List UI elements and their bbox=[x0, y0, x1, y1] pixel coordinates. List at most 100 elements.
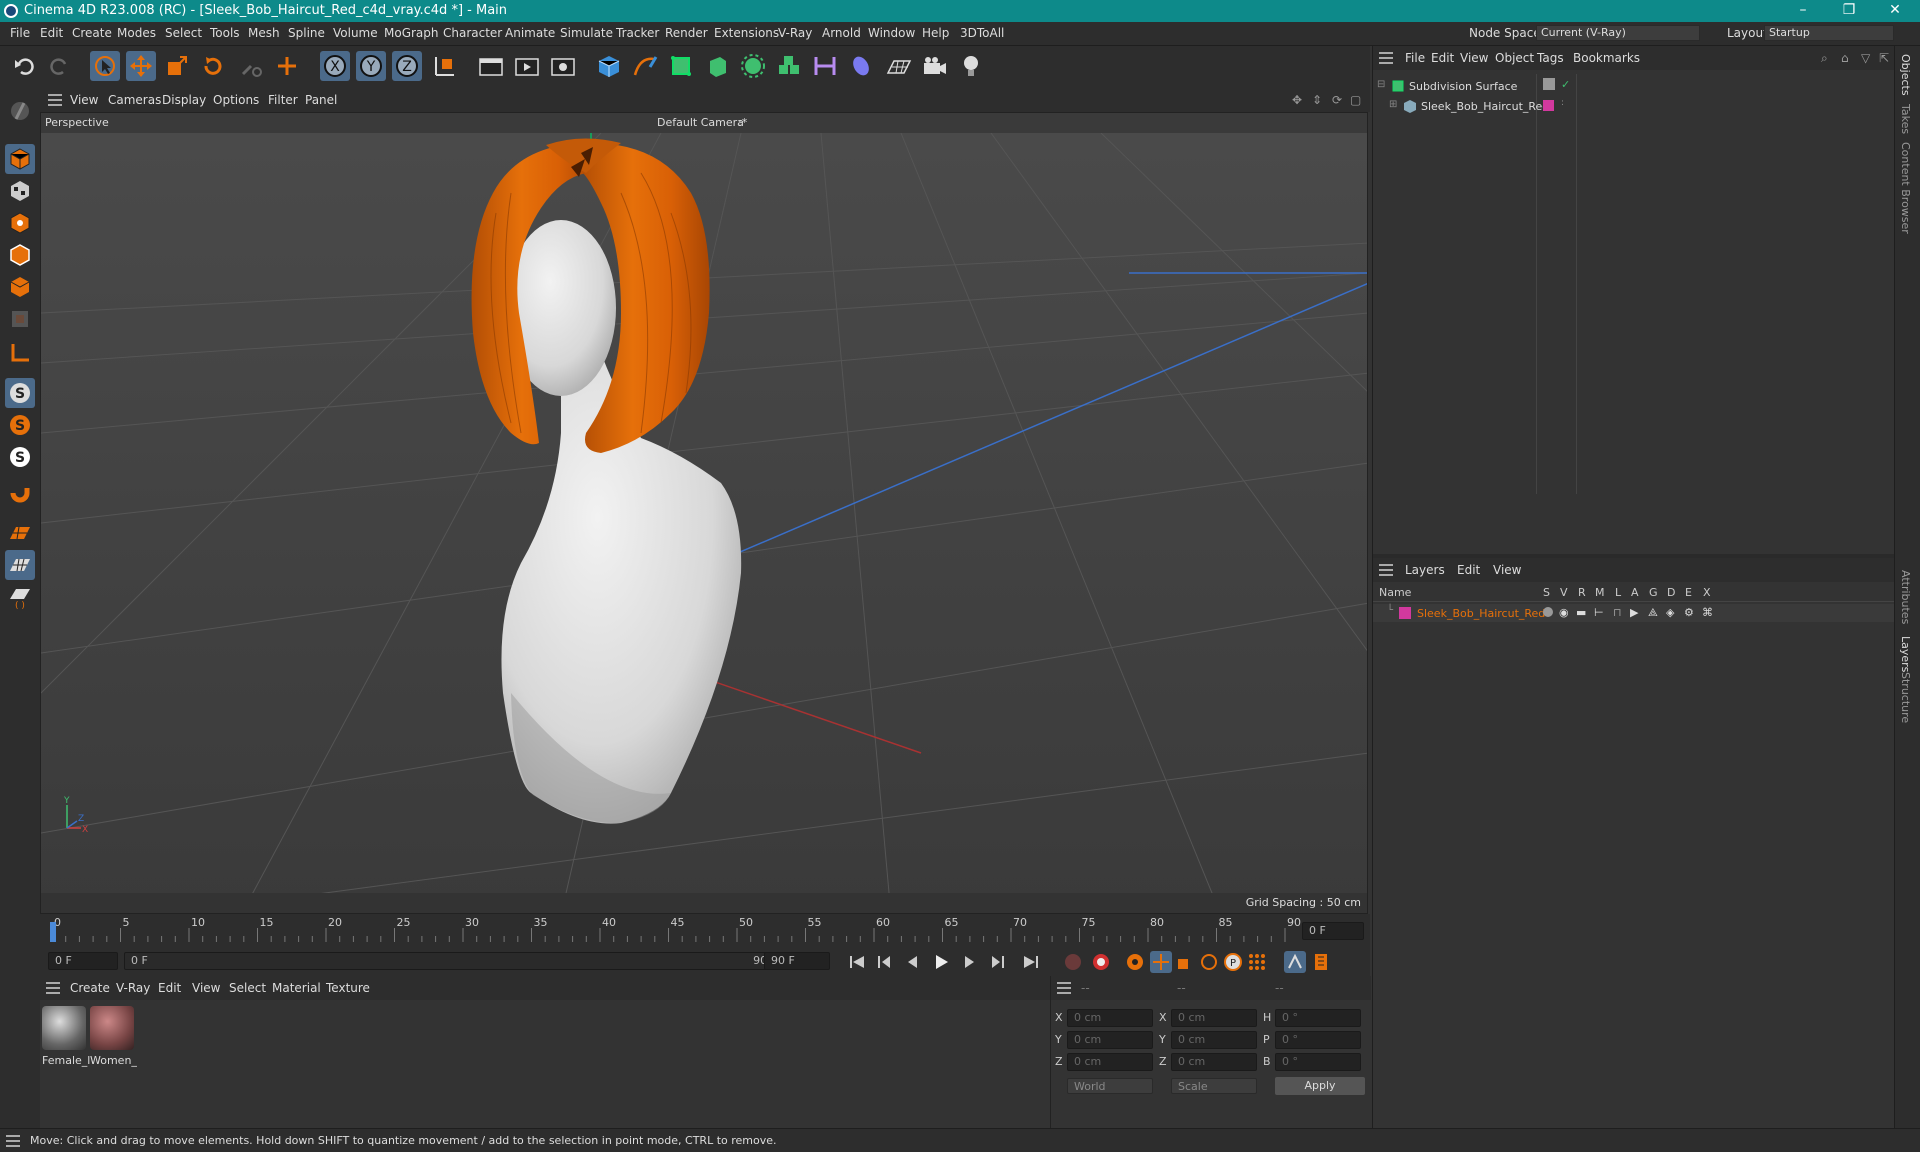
position-z-field[interactable]: 0 cm bbox=[1067, 1053, 1153, 1071]
close-button[interactable]: ✕ bbox=[1872, 0, 1918, 22]
polygons-mode-icon[interactable] bbox=[5, 272, 35, 302]
extrude-icon[interactable] bbox=[702, 51, 732, 81]
layer-row[interactable]: └ Sleek_Bob_Haircut_Red ◉ ▬ ⊢ ⊓ ▶ ⟁ ◈ ⚙ … bbox=[1373, 604, 1895, 622]
menu-3dtoall[interactable]: 3DToAll bbox=[960, 26, 1004, 40]
menu-arnold[interactable]: Arnold bbox=[822, 26, 861, 40]
layer-visible-eye-icon[interactable]: ◉ bbox=[1559, 606, 1569, 619]
minimize-button[interactable]: – bbox=[1780, 0, 1826, 22]
previous-key-icon[interactable] bbox=[874, 951, 896, 973]
size-x-field[interactable]: 0 cm bbox=[1171, 1009, 1257, 1027]
z-axis-lock[interactable]: Z bbox=[392, 51, 422, 81]
object-expand-icon[interactable]: ⇱ bbox=[1879, 51, 1889, 65]
frame-range-slider[interactable]: 0 F 90 F bbox=[124, 952, 784, 970]
snap-icon[interactable]: S bbox=[5, 378, 35, 408]
material-women-thumbnail[interactable] bbox=[90, 1006, 134, 1050]
tab-objects[interactable]: Objects bbox=[1899, 54, 1912, 96]
layer-menu-view[interactable]: View bbox=[1493, 563, 1521, 577]
layer-color-swatch[interactable] bbox=[1399, 607, 1411, 619]
coordinate-system-select[interactable]: World bbox=[1067, 1078, 1153, 1094]
points-mode-icon[interactable] bbox=[5, 208, 35, 238]
layer-col-expressions[interactable]: E bbox=[1685, 586, 1692, 599]
size-mode-select[interactable]: Scale bbox=[1171, 1078, 1257, 1094]
object-menu-tags[interactable]: Tags bbox=[1537, 51, 1564, 65]
node-space-select[interactable]: Current (V-Ray) bbox=[1536, 25, 1700, 41]
menu-window[interactable]: Window bbox=[868, 26, 915, 40]
menu-render[interactable]: Render bbox=[665, 26, 708, 40]
mograph-icon[interactable] bbox=[774, 51, 804, 81]
layer-menu-icon[interactable] bbox=[1379, 564, 1393, 576]
key-position-icon[interactable] bbox=[1150, 951, 1172, 973]
tab-content-browser[interactable]: Content Browser bbox=[1899, 142, 1912, 234]
layer-col-view[interactable]: V bbox=[1560, 586, 1568, 599]
record-icon[interactable] bbox=[1062, 951, 1084, 973]
undo-icon[interactable] bbox=[10, 51, 40, 81]
x-axis-lock[interactable]: X bbox=[320, 51, 350, 81]
object-menu-file[interactable]: File bbox=[1405, 51, 1425, 65]
menu-help[interactable]: Help bbox=[922, 26, 949, 40]
tab-takes[interactable]: Takes bbox=[1899, 104, 1912, 134]
object-menu-icon[interactable] bbox=[1379, 52, 1393, 64]
render-view-icon[interactable] bbox=[476, 51, 506, 81]
scale-icon[interactable] bbox=[162, 51, 192, 81]
y-axis-lock[interactable]: Y bbox=[356, 51, 386, 81]
autokey-icon[interactable] bbox=[1090, 951, 1112, 973]
key-scale-icon[interactable] bbox=[1174, 951, 1196, 973]
viewport-menu-display[interactable]: Display bbox=[162, 93, 206, 107]
layer-animation-icon[interactable]: ▶ bbox=[1630, 606, 1638, 619]
object-home-icon[interactable]: ⌂ bbox=[1841, 51, 1849, 65]
menu-volume[interactable]: Volume bbox=[333, 26, 378, 40]
menu-mesh[interactable]: Mesh bbox=[248, 26, 280, 40]
menu-file[interactable]: File bbox=[10, 26, 30, 40]
add-object-icon[interactable] bbox=[272, 51, 302, 81]
material-menu-edit[interactable]: Edit bbox=[158, 981, 181, 995]
transform-icon[interactable] bbox=[236, 51, 266, 81]
object-edit-toggle[interactable] bbox=[1543, 78, 1555, 90]
rotation-p-field[interactable]: 0 ° bbox=[1275, 1031, 1361, 1049]
key-parameter-icon[interactable]: P bbox=[1222, 951, 1244, 973]
snap-3d-icon[interactable]: S bbox=[5, 442, 35, 472]
layer-menu-edit[interactable]: Edit bbox=[1457, 563, 1480, 577]
visibility-dots-icon[interactable]: : bbox=[1561, 98, 1564, 108]
layer-col-generators[interactable]: G bbox=[1649, 586, 1658, 599]
light-icon[interactable] bbox=[956, 51, 986, 81]
menu-character[interactable]: Character bbox=[443, 26, 502, 40]
grid-icon[interactable] bbox=[5, 550, 35, 580]
next-key-icon[interactable] bbox=[986, 951, 1008, 973]
layer-render-icon[interactable]: ▬ bbox=[1576, 606, 1586, 619]
material-menu-material[interactable]: Material bbox=[272, 981, 321, 995]
layer-col-animation[interactable]: A bbox=[1631, 586, 1639, 599]
field-icon[interactable] bbox=[846, 51, 876, 81]
menu-extensions[interactable]: Extensions bbox=[714, 26, 779, 40]
material-menu-texture[interactable]: Texture bbox=[326, 981, 370, 995]
axis-mode-icon[interactable] bbox=[5, 338, 35, 368]
restore-button[interactable]: ❐ bbox=[1826, 0, 1872, 22]
viewport-menu-panel[interactable]: Panel bbox=[305, 93, 337, 107]
perspective-viewport[interactable]: Perspective Default Camera :* Y X Z Grid… bbox=[40, 112, 1368, 914]
viewport-menu-view[interactable]: View bbox=[70, 93, 98, 107]
rotation-b-field[interactable]: 0 ° bbox=[1275, 1053, 1361, 1071]
layer-col-deformers[interactable]: D bbox=[1667, 586, 1675, 599]
layer-xref-icon[interactable]: ⌘ bbox=[1702, 606, 1713, 619]
go-to-end-icon[interactable] bbox=[1020, 951, 1042, 973]
rotate-icon[interactable] bbox=[198, 51, 228, 81]
menu-animate[interactable]: Animate bbox=[505, 26, 555, 40]
layer-generators-icon[interactable]: ⟁ bbox=[1648, 606, 1658, 620]
previous-frame-icon[interactable] bbox=[902, 951, 924, 973]
coordinates-menu-icon[interactable] bbox=[1057, 982, 1071, 994]
layer-col-solo[interactable]: S bbox=[1543, 586, 1550, 599]
render-settings-icon[interactable] bbox=[548, 51, 578, 81]
timeline[interactable]: 0 5 10 15 20 25 30 35 40 45 50 55 60 65 70 75 80 85 90 0 F bbox=[40, 914, 1370, 946]
coordinate-system-icon[interactable] bbox=[430, 51, 460, 81]
next-frame-icon[interactable] bbox=[958, 951, 980, 973]
material-menu-create[interactable]: Create bbox=[70, 981, 110, 995]
object-row-subdivision[interactable]: ⊟ Subdivision Surface ✓ bbox=[1377, 78, 1887, 96]
position-y-field[interactable]: 0 cm bbox=[1067, 1031, 1153, 1049]
motion-mode-icon[interactable] bbox=[1284, 951, 1306, 973]
floor-icon[interactable] bbox=[884, 51, 914, 81]
viewport-menu-options[interactable]: Options bbox=[213, 93, 259, 107]
menu-modes[interactable]: Modes bbox=[117, 26, 156, 40]
object-menu-object[interactable]: Object bbox=[1495, 51, 1534, 65]
tab-attributes[interactable]: Attributes bbox=[1899, 570, 1912, 624]
deformer-icon[interactable] bbox=[810, 51, 840, 81]
magnet-icon[interactable] bbox=[5, 482, 35, 512]
